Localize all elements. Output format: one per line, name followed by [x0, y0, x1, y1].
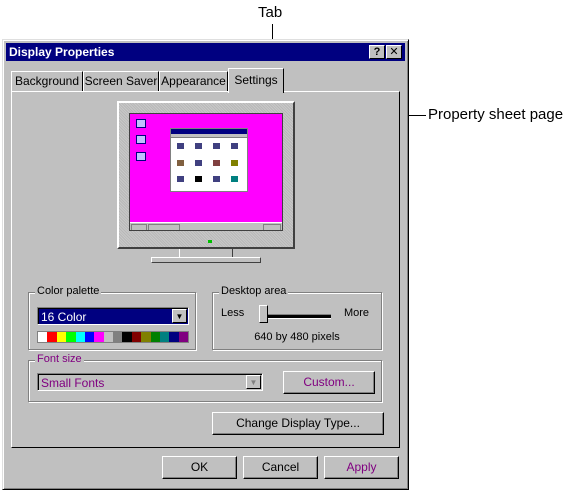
monitor-preview — [117, 101, 295, 249]
color-swatch — [141, 332, 151, 342]
tab-settings[interactable]: Settings — [228, 68, 284, 93]
preview-app-icon — [195, 176, 202, 182]
preview-app-icon — [177, 160, 184, 166]
preview-app-icon — [195, 143, 202, 149]
close-button[interactable]: ✕ — [386, 45, 402, 59]
color-swatch — [66, 332, 76, 342]
color-swatch — [131, 332, 142, 342]
chevron-down-icon[interactable]: ▼ — [246, 375, 261, 389]
more-label: More — [343, 307, 369, 319]
monitor-power-led — [208, 240, 212, 243]
property-sheet-page: Color palette 16 Color ▼ Desktop area Le… — [11, 91, 400, 448]
color-swatch — [84, 332, 95, 342]
tab-label: Background — [14, 74, 80, 88]
font-size-label: Font size — [35, 353, 84, 365]
preview-app-icon — [177, 143, 184, 149]
preview-app-icon — [213, 160, 220, 166]
title-bar[interactable]: Display Properties ? ✕ — [6, 43, 405, 61]
tab-background[interactable]: Background — [11, 71, 83, 91]
preview-app-icon — [213, 176, 220, 182]
preview-clock — [263, 224, 281, 230]
custom-font-button[interactable]: Custom... — [283, 371, 375, 394]
color-swatch — [113, 332, 123, 342]
tab-label: Settings — [234, 73, 278, 87]
tab-appearance[interactable]: Appearance — [159, 71, 228, 91]
color-swatch — [159, 332, 170, 342]
close-icon: ✕ — [389, 46, 399, 58]
color-swatch — [178, 332, 188, 342]
help-button[interactable]: ? — [369, 45, 385, 59]
my-computer-icon — [136, 119, 146, 128]
color-palette-value: 16 Color — [41, 310, 87, 324]
color-swatch — [47, 332, 57, 342]
monitor-neck — [179, 249, 233, 257]
color-swatch — [150, 332, 160, 342]
preview-app-icon — [195, 160, 202, 166]
cancel-button[interactable]: Cancel — [243, 456, 318, 479]
tab-label: Screen Saver — [84, 74, 158, 88]
font-size-group: Font size Small Fonts ▼ Custom... — [28, 353, 382, 402]
color-swatch — [56, 332, 67, 342]
desktop-area-label: Desktop area — [219, 285, 289, 297]
preview-start-button — [131, 224, 147, 230]
resolution-text: 640 by 480 pixels — [254, 331, 340, 343]
monitor-base — [151, 257, 261, 263]
preview-taskbar — [130, 222, 282, 230]
ok-button[interactable]: OK — [162, 456, 237, 479]
window-title: Display Properties — [9, 45, 115, 59]
resolution-slider-thumb[interactable] — [259, 305, 268, 323]
property-sheet-callout-label: Property sheet page — [428, 106, 564, 123]
font-size-value: Small Fonts — [41, 376, 105, 390]
color-swatch-strip — [37, 331, 189, 343]
tab-screen-saver[interactable]: Screen Saver — [83, 71, 159, 91]
resolution-slider-track[interactable] — [259, 314, 331, 319]
color-swatch — [38, 332, 48, 342]
color-palette-group: Color palette 16 Color ▼ — [28, 285, 196, 350]
desktop-preview-screen — [129, 113, 283, 231]
change-display-type-button[interactable]: Change Display Type... — [212, 412, 384, 435]
preview-taskbar-item — [148, 224, 180, 230]
color-swatch — [103, 332, 113, 342]
color-palette-label: Color palette — [35, 285, 102, 297]
apply-button[interactable]: Apply — [324, 456, 399, 479]
preview-window-menubar — [171, 134, 247, 138]
font-size-dropdown[interactable]: Small Fonts ▼ — [37, 373, 263, 391]
preview-app-icon — [213, 143, 220, 149]
network-icon — [136, 135, 146, 144]
preview-app-icon — [231, 160, 238, 166]
color-swatch — [94, 332, 104, 342]
preview-app-icon — [231, 143, 238, 149]
tab-callout-label: Tab — [258, 4, 283, 21]
desktop-area-group: Desktop area Less More 640 by 480 pixels — [212, 285, 382, 350]
less-label: Less — [221, 307, 245, 319]
preview-app-icon — [231, 176, 238, 182]
preview-window — [170, 128, 248, 192]
color-palette-dropdown[interactable]: 16 Color ▼ — [37, 307, 189, 325]
color-swatch — [75, 332, 85, 342]
color-swatch — [169, 332, 179, 342]
preview-app-icon — [177, 176, 184, 182]
recycle-bin-icon — [136, 152, 146, 161]
tab-label: Appearance — [161, 74, 226, 88]
color-swatch — [122, 332, 132, 342]
chevron-down-icon[interactable]: ▼ — [172, 309, 187, 323]
display-properties-window: Display Properties ? ✕ Background Screen… — [2, 39, 409, 490]
